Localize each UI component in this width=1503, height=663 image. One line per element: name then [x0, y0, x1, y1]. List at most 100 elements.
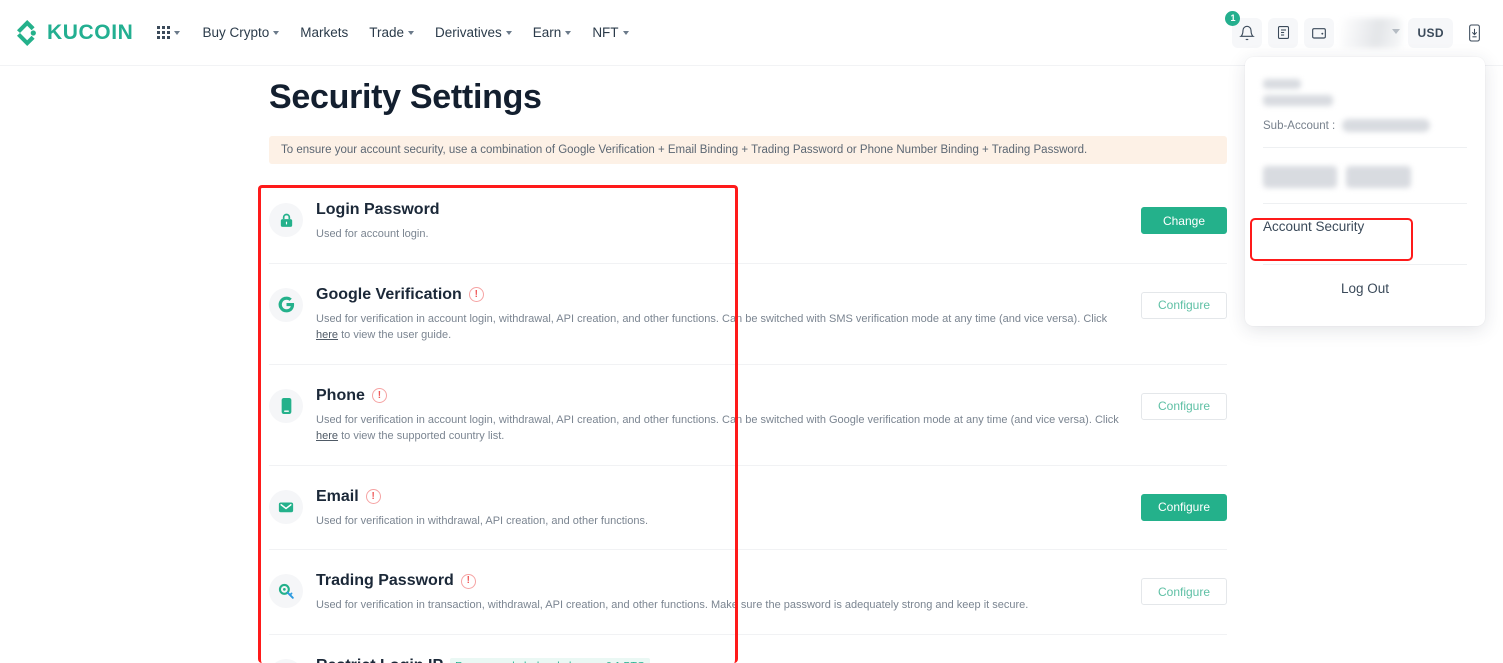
user-name-blurred — [1263, 79, 1301, 89]
row-action: Configure — [1141, 488, 1227, 521]
row-description: Used for verification in withdrawal, API… — [316, 513, 1131, 530]
row-action: Configure — [1141, 286, 1227, 319]
nav-item-markets[interactable]: Markets — [300, 25, 348, 40]
row-description-text: Used for account login. — [316, 228, 429, 240]
nav-label: Markets — [300, 25, 349, 40]
user-email-blurred — [1263, 95, 1333, 106]
key-icon — [269, 574, 303, 608]
row-description-text-tail: to view the user guide. — [338, 329, 452, 341]
meta-value-1-blurred — [1263, 166, 1337, 188]
row-action — [1193, 657, 1227, 663]
row-action: Configure — [1141, 572, 1227, 605]
user-guide-link[interactable]: here — [316, 329, 338, 341]
table-row: Login Password Used for account login. C… — [269, 179, 1227, 264]
nav-item-trade[interactable]: Trade — [369, 25, 414, 40]
sub-account-value-blurred — [1342, 119, 1431, 132]
header-actions: 1 USD — [1225, 10, 1489, 48]
row-description-text: Used for verification in account login, … — [316, 413, 1119, 426]
row-title-line: Google Verification ! — [316, 286, 1131, 304]
lock-icon-glyph — [280, 213, 292, 227]
envelope-icon-glyph — [278, 502, 294, 512]
row-title: Restrict Login IP — [316, 657, 443, 663]
nav-label: Trade — [369, 25, 404, 40]
dropdown-item-account-security[interactable]: Account Security — [1263, 204, 1467, 249]
nav-item-earn[interactable]: Earn — [533, 25, 572, 40]
ip-text-icon: IP — [269, 658, 303, 663]
orders-button[interactable] — [1268, 17, 1299, 48]
row-title: Email — [316, 487, 359, 505]
row-title-line: Phone ! — [316, 387, 1131, 405]
row-body: Trading Password ! Used for verification… — [316, 572, 1141, 614]
configure-button[interactable]: Configure — [1141, 493, 1227, 521]
chevron-down-icon — [273, 30, 280, 35]
row-body: Login Password Used for account login. — [316, 201, 1141, 243]
google-g-icon-glyph — [278, 296, 294, 313]
download-app-icon — [1468, 24, 1480, 41]
row-body: Email ! Used for verification in withdra… — [316, 488, 1141, 530]
row-action: Configure — [1141, 387, 1227, 420]
row-description-text: Used for verification in transaction, wi… — [316, 599, 1029, 611]
wallet-button[interactable] — [1304, 17, 1335, 48]
security-settings-page: KUCOIN Buy Crypto Markets Trade Derivati… — [0, 0, 1503, 663]
row-action: Change — [1141, 201, 1227, 234]
bell-icon — [1239, 25, 1256, 40]
configure-button[interactable]: Configure — [1141, 291, 1227, 319]
chevron-down-icon — [174, 30, 181, 35]
row-title: Login Password — [316, 201, 440, 218]
account-dropdown-menu: Sub-Account : Account Security Log Out — [1245, 57, 1485, 326]
configure-button[interactable]: Configure — [1141, 578, 1227, 605]
row-description: Used for account login. — [316, 226, 1131, 243]
table-row: Google Verification ! Used for verificat… — [269, 264, 1227, 365]
nav-item-derivatives[interactable]: Derivatives — [435, 25, 512, 40]
row-description-text: Used for verification in account login, … — [316, 312, 1108, 325]
row-title: Google Verification — [316, 285, 462, 303]
nav-label: Derivatives — [435, 25, 502, 40]
dropdown-user-info: Sub-Account : — [1263, 57, 1467, 132]
chevron-down-icon — [408, 30, 414, 35]
meta-value-2-blurred — [1346, 166, 1411, 188]
chevron-down-icon — [505, 30, 512, 35]
chevron-down-icon — [565, 30, 572, 35]
envelope-icon — [269, 489, 303, 524]
grid-apps-icon — [157, 26, 171, 39]
download-app-button[interactable] — [1459, 18, 1489, 48]
apps-grid-button[interactable] — [157, 26, 181, 39]
warning-icon: ! — [365, 489, 381, 504]
dropdown-meta-blurred — [1263, 166, 1467, 188]
configure-button[interactable]: Configure — [1141, 392, 1227, 420]
key-icon-glyph — [278, 583, 294, 599]
nav-item-buy-crypto[interactable]: Buy Crypto — [202, 25, 280, 40]
nav-item-nft[interactable]: NFT — [592, 25, 629, 40]
phone-icon — [269, 388, 303, 423]
sub-account-row: Sub-Account : — [1263, 119, 1467, 132]
nav-label: NFT — [592, 25, 619, 40]
change-button[interactable]: Change — [1141, 207, 1227, 234]
row-body: Phone ! Used for verification in account… — [316, 387, 1141, 445]
currency-label: USD — [1417, 25, 1444, 40]
kucoin-logo[interactable]: KUCOIN — [14, 19, 133, 46]
row-title: Phone — [316, 386, 365, 404]
row-description: Used for verification in account login, … — [316, 412, 1131, 445]
warning-icon: ! — [468, 287, 484, 302]
row-description-text: Used for verification in withdrawal, API… — [316, 514, 649, 527]
phone-icon-glyph — [281, 397, 291, 414]
row-title-line: Trading Password ! — [316, 572, 1131, 590]
warning-icon: ! — [371, 388, 387, 403]
currency-selector[interactable]: USD — [1408, 17, 1453, 48]
main-nav: Buy Crypto Markets Trade Derivatives Ear… — [202, 25, 629, 40]
lock-icon — [269, 203, 303, 237]
user-account-menu-trigger[interactable] — [1340, 17, 1403, 48]
table-row: Trading Password ! Used for verification… — [269, 550, 1227, 635]
dropdown-divider — [1263, 147, 1467, 148]
recommendation-badge: Recommended when balance > 0.1 BTC — [450, 657, 650, 663]
nav-label: Earn — [532, 25, 562, 40]
table-row: Phone ! Used for verification in account… — [269, 365, 1227, 466]
nav-label: Buy Crypto — [202, 25, 270, 40]
dropdown-item-log-out[interactable]: Log Out — [1263, 265, 1467, 312]
sub-account-label: Sub-Account : — [1263, 119, 1336, 132]
notifications-button[interactable]: 1 — [1225, 10, 1263, 48]
row-body: Restrict Login IP Recommended when balan… — [316, 657, 1193, 663]
supported-countries-link[interactable]: here — [316, 430, 338, 442]
chevron-down-icon — [1392, 28, 1401, 34]
page-title: Security Settings — [269, 78, 542, 116]
